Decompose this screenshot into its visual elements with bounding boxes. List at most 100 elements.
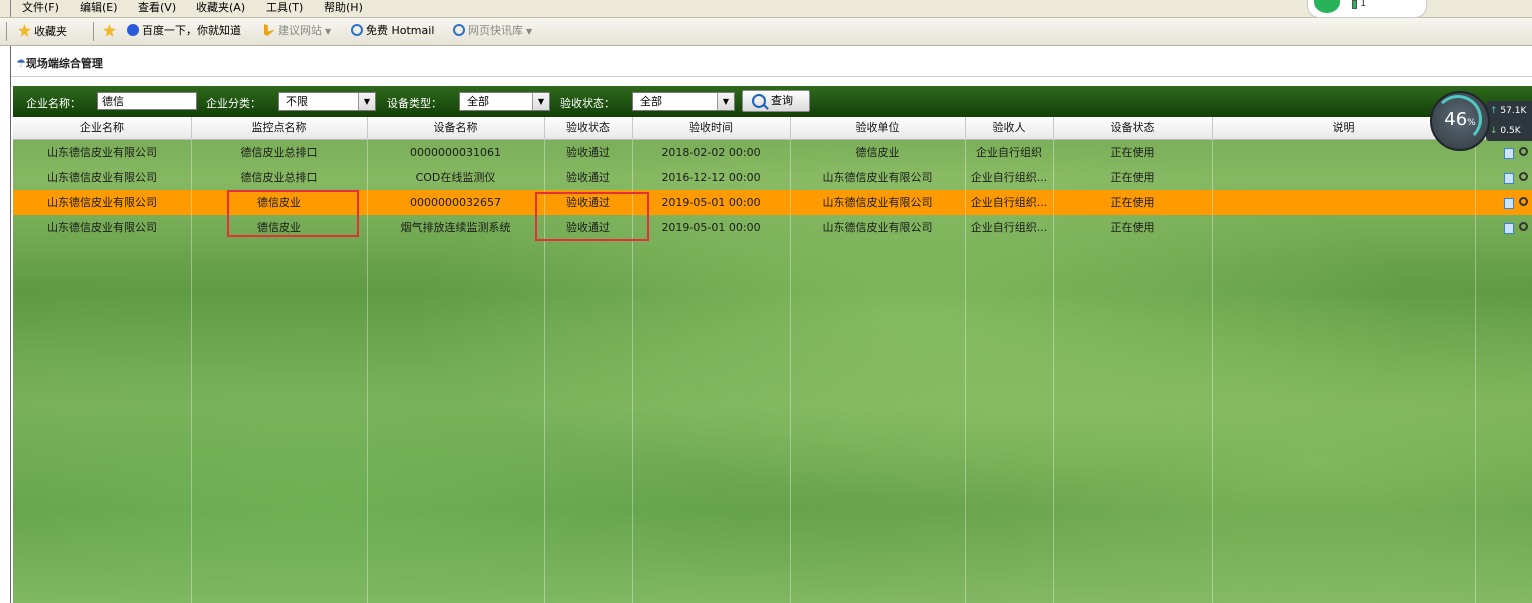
cell-acceptance-time: 2019-05-01 00:00 [661,221,761,234]
title-divider [11,76,1532,77]
highlight-box-monitor-point [227,190,359,237]
menu-tools[interactable]: 工具(T) [266,1,303,15]
ie-icon [351,24,363,36]
favbar-grip [6,22,7,41]
col-header-acceptance-unit[interactable]: 验收单位 [790,117,965,139]
acceptance-status-value: 全部 [640,95,662,108]
menu-view[interactable]: 查看(V) [138,1,176,15]
company-category-select[interactable]: 不限 ▼ [278,92,376,111]
edit-icon[interactable] [1504,198,1514,209]
cpu-usage-value: 46 [1444,109,1468,130]
device-type-label: 设备类型： [387,97,442,110]
page-title-text: 现场端综合管理 [25,57,103,70]
fav-link-suggested-sites[interactable]: 建议网站 ▼ [264,24,331,39]
menu-bar: 文件(F) 编辑(E) 查看(V) 收藏夹(A) 工具(T) 帮助(H) [0,0,1532,18]
table-row[interactable]: 山东德信皮业有限公司 德信皮业总排口 0000000031061 验收通过 20… [13,140,1532,165]
add-favorite-button[interactable] [103,24,119,39]
cell-acceptance-time: 2018-02-02 00:00 [661,146,761,159]
cell-monitor-point: 德信皮业总排口 [240,171,318,184]
cell-device: 烟气排放连续监测系统 [400,221,511,234]
add-star-icon [103,24,116,37]
favorites-button[interactable]: 收藏夹 [18,24,67,39]
cell-acceptance-unit: 山东德信皮业有限公司 [822,221,933,234]
cell-description [1212,140,1475,165]
col-header-device[interactable]: 设备名称 [367,117,544,139]
cell-acceptance-status: 验收通过 [566,146,610,159]
cell-acceptance-time: 2016-12-12 00:00 [661,171,761,184]
percent-sign: % [1467,118,1476,128]
chevron-down-icon[interactable]: ▼ [717,93,734,110]
search-icon [752,94,766,108]
upload-speed: ↑ 57.1K [1490,106,1526,116]
cell-device: COD在线监测仪 [415,171,496,184]
page-title: ☂现场端综合管理 [16,55,103,71]
edit-icon[interactable] [1504,223,1514,234]
ie-icon [453,24,465,36]
cell-device-status: 正在使用 [1110,221,1155,234]
col-header-company[interactable]: 企业名称 [13,117,191,139]
device-type-select[interactable]: 全部 ▼ [459,92,550,111]
upload-speed-value: 57.1K [1500,106,1527,116]
cell-acceptance-status: 验收通过 [566,171,610,184]
highlight-box-acceptance-status [535,192,649,241]
download-speed: ↓ 0.5K [1490,126,1521,136]
menu-edit[interactable]: 编辑(E) [80,1,118,15]
cpu-usage-gauge[interactable]: 46% [1430,91,1490,151]
star-icon [18,24,31,37]
acceptance-status-label: 验收状态： [560,97,615,110]
edit-icon[interactable] [1504,148,1514,159]
fav-link-label: 网页快讯库 [468,24,523,37]
cell-device-status: 正在使用 [1110,146,1155,159]
col-header-monitor-point[interactable]: 监控点名称 [191,117,367,139]
cell-device-status: 正在使用 [1110,171,1155,184]
favorites-bar: 收藏夹 百度一下，你就知道 建议网站 ▼ 免费 Hotmail 网页快讯库 ▼ [0,18,1532,46]
table-header: 企业名称 监控点名称 设备名称 验收状态 验收时间 验收单位 验收人 设备状态 … [13,117,1532,140]
cell-description [1212,165,1475,190]
fav-link-webslice[interactable]: 网页快讯库 ▼ [453,24,532,39]
fav-link-label: 免费 Hotmail [366,24,435,37]
page-area: ☂现场端综合管理 企业名称： 企业分类： 不限 ▼ 设备类型： 全部 ▼ 验收状… [0,46,1532,603]
view-icon[interactable] [1519,147,1528,156]
table-row[interactable]: 山东德信皮业有限公司 德信皮业总排口 COD在线监测仪 验收通过 2016-12… [13,165,1532,190]
cell-acceptor: 企业自行组织... [970,196,1048,209]
cell-acceptance-time: 2019-05-01 00:00 [661,196,761,209]
view-icon[interactable] [1519,197,1528,206]
view-icon[interactable] [1519,222,1528,231]
fav-link-baidu[interactable]: 百度一下，你就知道 [127,24,241,38]
baidu-icon [127,24,139,36]
cell-device: 0000000032657 [410,196,501,209]
upload-arrow-icon: ↑ [1490,106,1498,116]
chevron-down-icon: ▼ [526,27,533,36]
query-button-label: 查询 [771,94,793,107]
company-category-value: 不限 [286,95,308,108]
cell-acceptor: 企业自行组织 [976,146,1042,159]
favbar-separator [93,22,94,41]
company-name-input[interactable] [97,92,197,110]
col-header-acceptor[interactable]: 验收人 [965,117,1053,139]
cell-acceptor: 企业自行组织... [970,221,1048,234]
cell-acceptance-unit: 德信皮业 [855,146,900,159]
fav-link-label: 百度一下，你就知道 [142,24,241,37]
acceptance-status-select[interactable]: 全部 ▼ [632,92,735,111]
menu-file[interactable]: 文件(F) [22,1,59,15]
menu-help[interactable]: 帮助(H) [324,1,363,15]
cpu-usage-percent: 46% [1432,109,1488,130]
col-header-acceptance-status[interactable]: 验收状态 [544,117,632,139]
cell-device-status: 正在使用 [1110,196,1155,209]
cell-company: 山东德信皮业有限公司 [47,196,157,209]
col-header-device-status[interactable]: 设备状态 [1053,117,1212,139]
view-icon[interactable] [1519,172,1528,181]
network-speed-panel[interactable]: ↑ 57.1K ↓ 0.5K [1486,101,1532,141]
fav-link-hotmail[interactable]: 免费 Hotmail [351,24,434,38]
status-dot-icon [1314,0,1340,13]
col-header-acceptance-time[interactable]: 验收时间 [632,117,790,139]
floating-status-widget[interactable]: 1 [1307,0,1427,18]
query-button[interactable]: 查询 [742,90,810,112]
edit-icon[interactable] [1504,173,1514,184]
filter-toolbar: 企业名称： 企业分类： 不限 ▼ 设备类型： 全部 ▼ 验收状态： 全部 ▼ 查… [13,86,1532,117]
menu-favorites[interactable]: 收藏夹(A) [196,1,245,15]
chevron-down-icon[interactable]: ▼ [532,93,549,110]
window-edge [10,0,11,17]
chevron-down-icon[interactable]: ▼ [358,93,375,110]
download-arrow-icon: ↓ [1490,126,1498,136]
